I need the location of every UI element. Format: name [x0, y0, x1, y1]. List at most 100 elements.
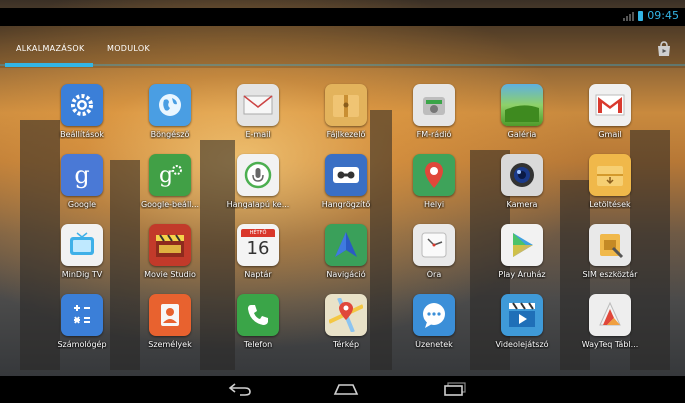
app-calendar[interactable]: HÉTFŐ 16 Naptár	[215, 224, 301, 290]
back-icon[interactable]	[226, 380, 254, 398]
home-screen: 09:45 ALKALMAZÁSOK MODULOK Beállítások B…	[0, 0, 685, 403]
settings-gear-icon	[61, 84, 103, 126]
app-label: SIM eszköztár	[582, 270, 638, 279]
app-label: Böngésző	[150, 130, 190, 139]
map-icon	[325, 294, 367, 336]
app-fm-radio[interactable]: FM-rádió	[391, 84, 477, 150]
app-browser[interactable]: Böngésző	[127, 84, 213, 150]
app-drawer-tabs: ALKALMAZÁSOK MODULOK	[0, 26, 685, 68]
calculator-icon	[61, 294, 103, 336]
app-downloads[interactable]: Letöltések	[567, 154, 653, 220]
messages-icon	[413, 294, 455, 336]
app-label: Térkép	[332, 340, 360, 349]
google-settings-icon: g	[149, 154, 191, 196]
app-label: Letöltések	[589, 200, 631, 209]
camera-icon	[501, 154, 543, 196]
tab-divider	[0, 64, 685, 66]
recorder-icon	[325, 154, 367, 196]
app-label: Kamera	[506, 200, 538, 209]
maps-pin-icon	[413, 154, 455, 196]
app-messages[interactable]: Üzenetek	[391, 294, 477, 360]
app-label: Videolejátszó	[495, 340, 549, 349]
calendar-day: 16	[246, 238, 270, 259]
app-google[interactable]: g Google	[39, 154, 125, 220]
app-label: Play Áruház	[498, 270, 546, 279]
active-tab-indicator	[5, 63, 93, 67]
google-search-icon: g	[61, 154, 103, 196]
navigation-arrow-icon	[325, 224, 367, 266]
app-label: Google-beáll...	[140, 200, 200, 209]
navigation-bar	[0, 376, 685, 403]
home-icon[interactable]	[332, 380, 360, 398]
app-movie-studio[interactable]: Movie Studio	[127, 224, 213, 290]
app-label: Google	[67, 200, 97, 209]
app-label: Movie Studio	[144, 270, 196, 279]
app-label: Beállítások	[60, 130, 104, 139]
app-maps[interactable]: Térkép	[303, 294, 389, 360]
globe-browser-icon	[149, 84, 191, 126]
clock-icon	[413, 224, 455, 266]
battery-icon	[638, 10, 644, 21]
app-label: Fájlkezelő	[326, 130, 366, 139]
app-label: Üzenetek	[415, 340, 453, 349]
recent-apps-icon[interactable]	[441, 380, 469, 398]
envelope-icon	[237, 84, 279, 126]
app-video-player[interactable]: Videolejátszó	[479, 294, 565, 360]
status-bar: 09:45	[0, 8, 685, 26]
app-label: Hangrögzítő	[321, 200, 371, 209]
app-label: Személyek	[148, 340, 192, 349]
app-label: E-mail	[245, 130, 271, 139]
app-label: Hangalapú ke...	[226, 200, 290, 209]
play-store-icon	[501, 224, 543, 266]
tv-icon	[61, 224, 103, 266]
microphone-icon	[237, 154, 279, 196]
tab-widgets[interactable]: MODULOK	[107, 44, 150, 53]
app-camera[interactable]: Kamera	[479, 154, 565, 220]
gallery-icon	[501, 84, 543, 126]
app-gallery[interactable]: Galéria	[479, 84, 565, 150]
app-voice-search[interactable]: Hangalapú ke...	[215, 154, 301, 220]
app-label: FM-rádió	[416, 130, 452, 139]
svg-text:g: g	[74, 161, 89, 189]
wayteq-icon	[589, 294, 631, 336]
tab-apps[interactable]: ALKALMAZÁSOK	[16, 44, 85, 53]
app-file-manager[interactable]: Fájlkezelő	[303, 84, 389, 150]
app-local[interactable]: Helyi	[391, 154, 477, 220]
video-player-icon	[501, 294, 543, 336]
app-label: Navigáció	[326, 270, 366, 279]
app-label: Galéria	[507, 130, 537, 139]
app-label: Számológép	[57, 340, 107, 349]
app-contacts[interactable]: Személyek	[127, 294, 213, 360]
app-settings[interactable]: Beállítások	[39, 84, 125, 150]
app-label: Telefon	[243, 340, 273, 349]
svg-text:g: g	[159, 163, 173, 188]
app-calculator[interactable]: Számológép	[39, 294, 125, 360]
status-time: 09:45	[647, 9, 679, 22]
app-wayteq-tablet[interactable]: WayTeq Tábl...	[567, 294, 653, 360]
app-label: Helyi	[423, 200, 445, 209]
play-store-shortcut-icon[interactable]	[655, 40, 673, 58]
app-label: Gmail	[598, 130, 622, 139]
app-label: MinDig TV	[61, 270, 103, 279]
gmail-icon	[589, 84, 631, 126]
app-play-store[interactable]: Play Áruház	[479, 224, 565, 290]
app-navigation[interactable]: Navigáció	[303, 224, 389, 290]
signal-icon	[623, 11, 635, 21]
app-sim-toolkit[interactable]: SIM eszköztár	[567, 224, 653, 290]
app-email[interactable]: E-mail	[215, 84, 301, 150]
app-google-settings[interactable]: g Google-beáll...	[127, 154, 213, 220]
app-label: Óra	[426, 270, 442, 279]
folder-icon	[325, 84, 367, 126]
app-phone[interactable]: Telefon	[215, 294, 301, 360]
app-mindig-tv[interactable]: MinDig TV	[39, 224, 125, 290]
app-label: WayTeq Tábl...	[581, 340, 639, 349]
app-gmail[interactable]: Gmail	[567, 84, 653, 150]
phone-icon	[237, 294, 279, 336]
clapperboard-icon	[149, 224, 191, 266]
calendar-header: HÉTFŐ	[241, 229, 275, 237]
app-clock[interactable]: Óra	[391, 224, 477, 290]
calendar-icon: HÉTFŐ 16	[237, 224, 279, 266]
app-recorder[interactable]: Hangrögzítő	[303, 154, 389, 220]
radio-icon	[413, 84, 455, 126]
sim-toolkit-icon	[589, 224, 631, 266]
